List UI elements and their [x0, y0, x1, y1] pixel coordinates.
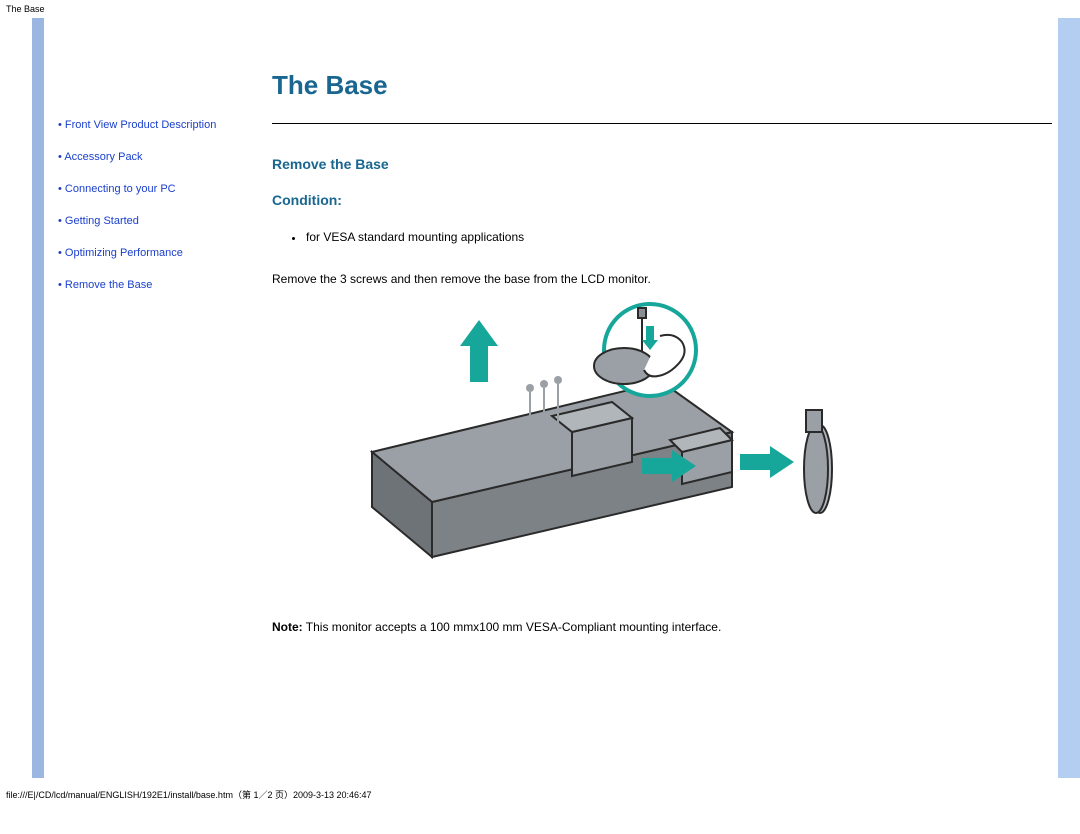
note-line: Note: This monitor accepts a 100 mmx100 …	[272, 620, 1052, 634]
section-title: Remove the Base	[272, 156, 1052, 172]
page-container: Front View Product Description Accessory…	[0, 18, 1080, 778]
condition-item: for VESA standard mounting applications	[304, 230, 1052, 244]
sidebar-item-getting-started[interactable]: Getting Started	[58, 214, 252, 228]
condition-heading: Condition:	[272, 192, 1052, 208]
sidebar-item-remove-base[interactable]: Remove the Base	[58, 278, 252, 292]
sidebar-item-accessory-pack[interactable]: Accessory Pack	[58, 150, 252, 164]
step-text: Remove the 3 screws and then remove the …	[272, 272, 1052, 286]
sidebar-item-front-view[interactable]: Front View Product Description	[58, 118, 252, 132]
sidebar-item-connecting-pc[interactable]: Connecting to your PC	[58, 182, 252, 196]
note-label: Note:	[272, 620, 303, 634]
right-decor-bar	[1058, 18, 1080, 778]
title-rule	[272, 123, 1052, 124]
page-title: The Base	[272, 70, 1052, 101]
footer-path: file:///E|/CD/lcd/manual/ENGLISH/192E1/i…	[0, 784, 1080, 805]
sidebar-item-optimizing-performance[interactable]: Optimizing Performance	[58, 246, 252, 260]
sidebar-nav: Front View Product Description Accessory…	[44, 18, 262, 778]
note-text: This monitor accepts a 100 mmx100 mm VES…	[303, 620, 722, 634]
top-label: The Base	[0, 0, 1080, 18]
condition-list: for VESA standard mounting applications	[304, 230, 1052, 244]
diagram-remove-base	[312, 302, 1032, 592]
left-decor-bar	[32, 18, 44, 778]
main-content: The Base Remove the Base Condition: for …	[262, 18, 1052, 778]
